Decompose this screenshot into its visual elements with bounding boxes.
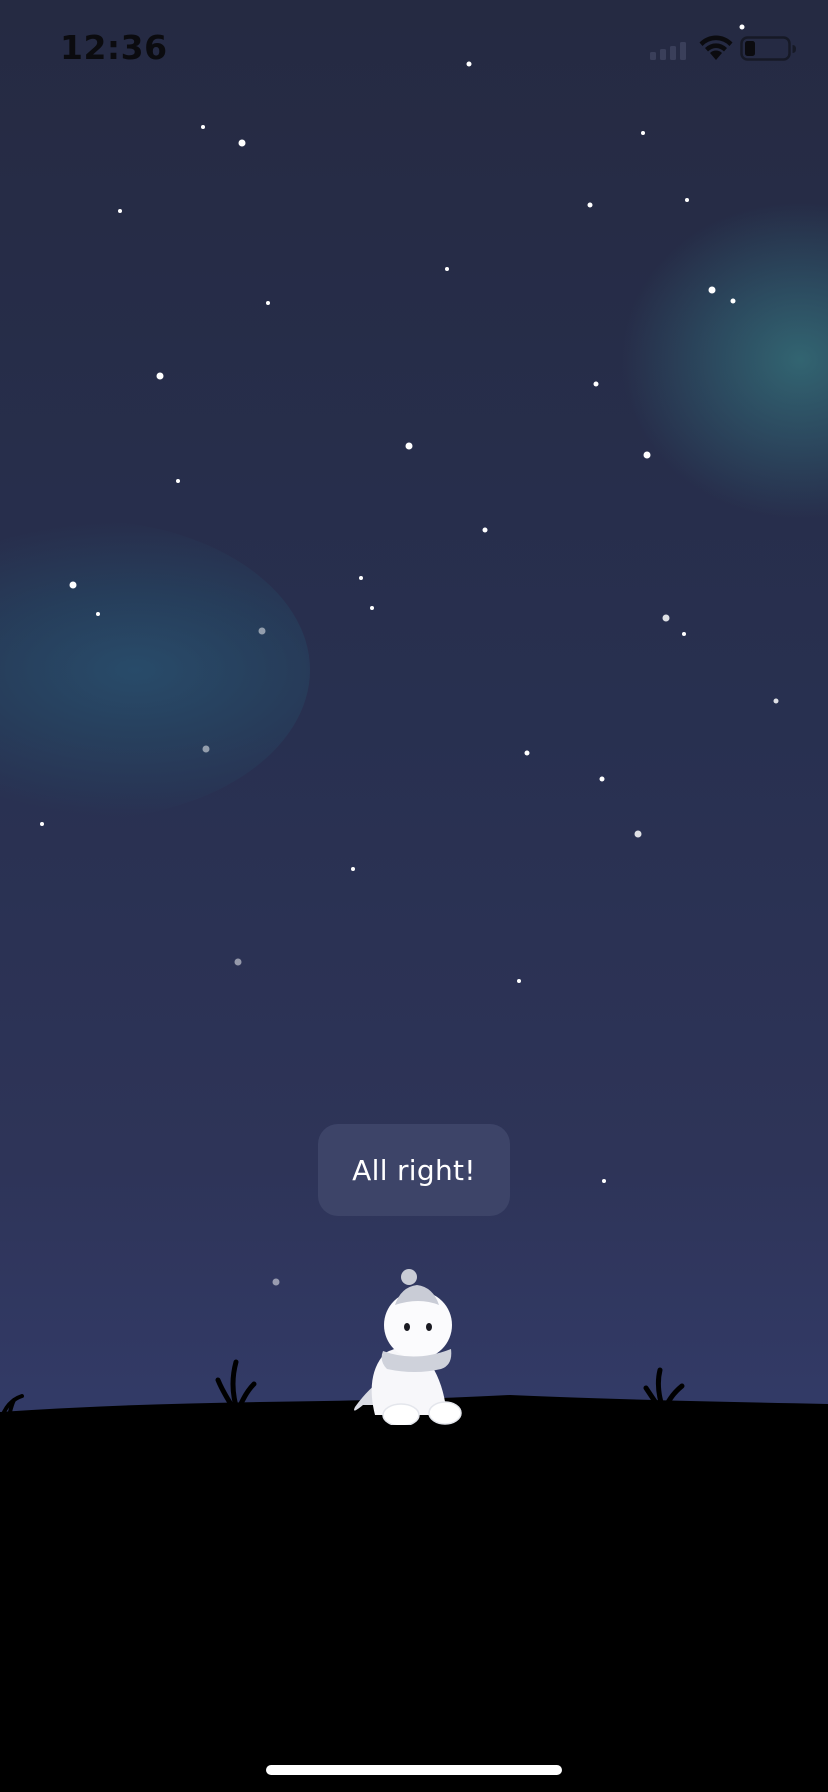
right-eye xyxy=(426,1323,432,1331)
status-time: 12:36 xyxy=(60,28,168,67)
wifi-icon xyxy=(699,35,733,60)
snow-spirit-character[interactable] xyxy=(345,1265,475,1425)
character-head xyxy=(384,1291,452,1359)
battery-low-icon xyxy=(740,36,796,61)
dialogue-text: All right! xyxy=(352,1153,476,1187)
home-indicator[interactable] xyxy=(266,1765,562,1775)
grass-tuft-left xyxy=(2,1394,24,1414)
status-bar: 12:36 xyxy=(0,0,828,100)
cellular-signal-icon xyxy=(650,42,686,60)
game-screen[interactable]: 12:36 All right! xyxy=(0,0,828,1792)
dialogue-bubble[interactable]: All right! xyxy=(318,1124,510,1216)
left-eye xyxy=(404,1323,410,1331)
grass-tuft-center xyxy=(215,1359,257,1409)
beanie-pompom xyxy=(401,1269,417,1285)
